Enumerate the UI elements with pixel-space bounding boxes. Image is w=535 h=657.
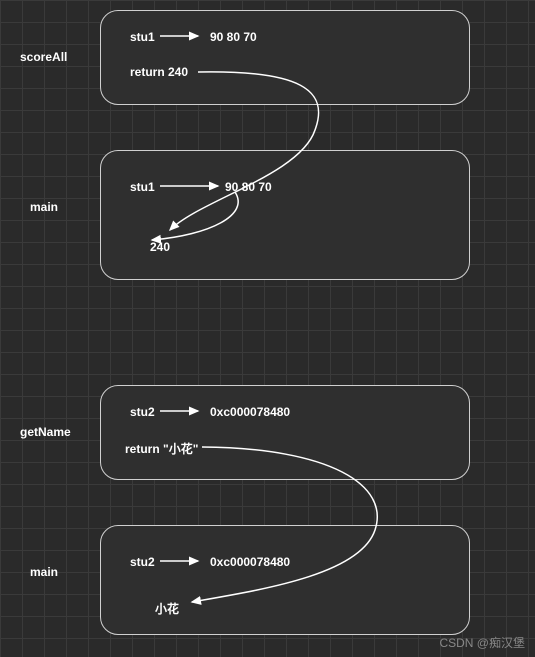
box1-return: return 240 [130, 65, 188, 79]
box2-stu: stu1 [130, 180, 155, 194]
box4-result: 小花 [155, 600, 179, 617]
box1-stu: stu1 [130, 30, 155, 44]
box3-return: return "小花" [125, 440, 198, 457]
box-main2 [100, 525, 470, 635]
box-getname [100, 385, 470, 480]
box-scoreall [100, 10, 470, 105]
label-getname: getName [20, 425, 71, 439]
box2-result: 240 [150, 240, 170, 254]
watermark: CSDN @痴汉堡 [439, 634, 525, 651]
label-main1: main [30, 200, 58, 214]
box2-values: 90 80 70 [225, 180, 272, 194]
box4-addr: 0xc000078480 [210, 555, 290, 569]
box4-stu: stu2 [130, 555, 155, 569]
label-main2: main [30, 565, 58, 579]
box3-addr: 0xc000078480 [210, 405, 290, 419]
box3-stu: stu2 [130, 405, 155, 419]
box-main1 [100, 150, 470, 280]
label-scoreall: scoreAll [20, 50, 67, 64]
box1-values: 90 80 70 [210, 30, 257, 44]
